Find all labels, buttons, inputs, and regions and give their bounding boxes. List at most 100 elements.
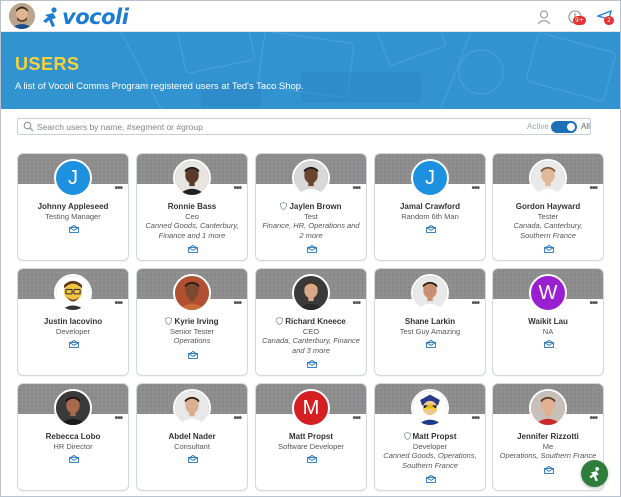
user-name-text: Jennifer Rizzotti <box>517 432 579 441</box>
user-job-title: Ceo <box>185 212 199 221</box>
message-icon[interactable] <box>426 225 436 233</box>
user-name: Richard Kneece <box>258 317 364 326</box>
user-name-text: Shane Larkin <box>404 317 456 326</box>
user-job-title: CEO <box>302 327 320 336</box>
more-options-icon[interactable]: ••• <box>471 414 479 424</box>
toggle-label-all: All <box>581 122 590 131</box>
shield-icon <box>165 317 173 325</box>
user-card[interactable]: ••• Abdel Nader Consultant <box>136 383 248 491</box>
message-icon[interactable] <box>188 455 198 463</box>
message-icon[interactable] <box>307 245 317 253</box>
user-card[interactable]: ••• Shane Larkin Test Guy Amazing <box>374 268 486 376</box>
more-options-icon[interactable]: ••• <box>589 299 597 309</box>
page-header-banner: USERS A list of Vocoli Comms Program reg… <box>1 32 620 109</box>
avatar[interactable]: W <box>529 274 567 312</box>
more-options-icon[interactable]: ••• <box>352 299 360 309</box>
user-card[interactable]: ••• Rebecca Lobo HR Director <box>17 383 129 491</box>
message-icon[interactable] <box>426 475 436 483</box>
user-card[interactable]: ••• W Waikit Lau NA <box>492 268 604 376</box>
message-icon[interactable] <box>69 340 79 348</box>
user-name: Gordon Hayward <box>495 202 601 211</box>
more-options-icon[interactable]: ••• <box>589 414 597 424</box>
user-name-text: Jaylen Brown <box>289 202 342 211</box>
active-all-toggle[interactable] <box>551 121 577 133</box>
message-icon[interactable] <box>188 245 198 253</box>
message-icon[interactable] <box>307 455 317 463</box>
more-options-icon[interactable]: ••• <box>352 414 360 424</box>
more-options-icon[interactable]: ••• <box>114 184 122 194</box>
user-job-title: HR Director <box>53 442 93 451</box>
user-card[interactable]: ••• Matt Propst Developer Canned Goods, Ope… <box>374 383 486 491</box>
user-card[interactable]: ••• Gordon Hayward Tester Canada, Canterbur… <box>492 153 604 261</box>
search-icon <box>23 121 34 132</box>
message-icon[interactable] <box>69 225 79 233</box>
vocoli-logo[interactable]: vocoli <box>41 5 129 29</box>
top-bar: vocoli 9+ 2 <box>1 1 620 32</box>
avatar[interactable] <box>292 274 330 312</box>
user-name: Matt Propst <box>258 432 364 441</box>
more-options-icon[interactable]: ••• <box>233 299 241 309</box>
announcements-badge: 2 <box>604 16 614 25</box>
avatar[interactable]: J <box>54 159 92 197</box>
user-name: Shane Larkin <box>377 317 483 326</box>
vocoli-runner-icon <box>43 7 57 27</box>
user-name-text: Ronnie Bass <box>167 202 217 211</box>
avatar[interactable]: M <box>292 389 330 427</box>
user-name-text: Waikit Lau <box>528 317 568 326</box>
user-profile-icon[interactable] <box>535 8 553 26</box>
more-options-icon[interactable]: ••• <box>233 184 241 194</box>
user-card[interactable]: ••• M Matt Propst Software Developer <box>255 383 367 491</box>
more-options-icon[interactable]: ••• <box>471 299 479 309</box>
current-user-avatar[interactable] <box>9 3 35 29</box>
user-job-title: NA <box>542 327 554 336</box>
user-card[interactable]: ••• J Johnny Appleseed Testing Manager <box>17 153 129 261</box>
more-options-icon[interactable]: ••• <box>114 299 122 309</box>
user-card[interactable]: ••• Ronnie Bass Ceo Canned Goods, Canterbur… <box>136 153 248 261</box>
user-name: Matt Propst <box>377 432 483 441</box>
avatar[interactable] <box>54 389 92 427</box>
user-groups: Canada, Canterbury, Southern France <box>513 221 583 240</box>
user-job-title: Test Guy Amazing <box>399 327 461 336</box>
message-icon[interactable] <box>69 455 79 463</box>
user-card[interactable]: ••• J Jamal Crawford Random 6th Man <box>374 153 486 261</box>
message-icon[interactable] <box>544 465 554 474</box>
user-search-bar: Active All <box>17 118 591 135</box>
more-options-icon[interactable]: ••• <box>471 184 479 194</box>
user-name: Jaylen Brown <box>258 202 364 211</box>
avatar[interactable] <box>529 159 567 197</box>
notifications-badge: 9+ <box>573 16 586 25</box>
user-job-title: Developer <box>412 442 448 451</box>
user-card[interactable]: ••• Justin Iacovino Developer <box>17 268 129 376</box>
user-groups: Canned Goods, Canterbury, Finance and 1 … <box>145 221 239 240</box>
avatar[interactable]: J <box>411 159 449 197</box>
avatar[interactable] <box>411 389 449 427</box>
user-name-text: Justin Iacovino <box>43 317 103 326</box>
user-job-title: Me <box>542 442 554 451</box>
avatar[interactable] <box>411 274 449 312</box>
user-name: Johnny Appleseed <box>20 202 126 211</box>
user-name: Rebecca Lobo <box>20 432 126 441</box>
more-options-icon[interactable]: ••• <box>114 414 122 424</box>
message-icon[interactable] <box>544 245 554 253</box>
message-icon[interactable] <box>544 340 554 348</box>
search-input[interactable] <box>37 120 397 133</box>
avatar[interactable] <box>173 389 211 427</box>
user-card[interactable]: ••• Richard Kneece CEO Canada, Canterbury, … <box>255 268 367 376</box>
message-icon[interactable] <box>426 340 436 348</box>
more-options-icon[interactable]: ••• <box>589 184 597 194</box>
user-groups: Finance, HR, Operations and 2 more <box>262 221 360 240</box>
avatar[interactable] <box>54 274 92 312</box>
message-icon[interactable] <box>307 360 317 368</box>
avatar[interactable] <box>173 159 211 197</box>
avatar[interactable] <box>529 389 567 427</box>
more-options-icon[interactable]: ••• <box>352 184 360 194</box>
more-options-icon[interactable]: ••• <box>233 414 241 424</box>
avatar[interactable] <box>292 159 330 197</box>
message-icon[interactable] <box>188 350 198 359</box>
avatar[interactable] <box>173 274 211 312</box>
user-card[interactable]: ••• Kyrie Irving Senior Tester Operations <box>136 268 248 376</box>
vocoli-action-button[interactable] <box>581 460 608 487</box>
user-name: Ronnie Bass <box>139 202 245 211</box>
shield-icon <box>276 317 284 325</box>
user-card[interactable]: ••• Jaylen Brown Test Finance, HR, Operatio… <box>255 153 367 261</box>
